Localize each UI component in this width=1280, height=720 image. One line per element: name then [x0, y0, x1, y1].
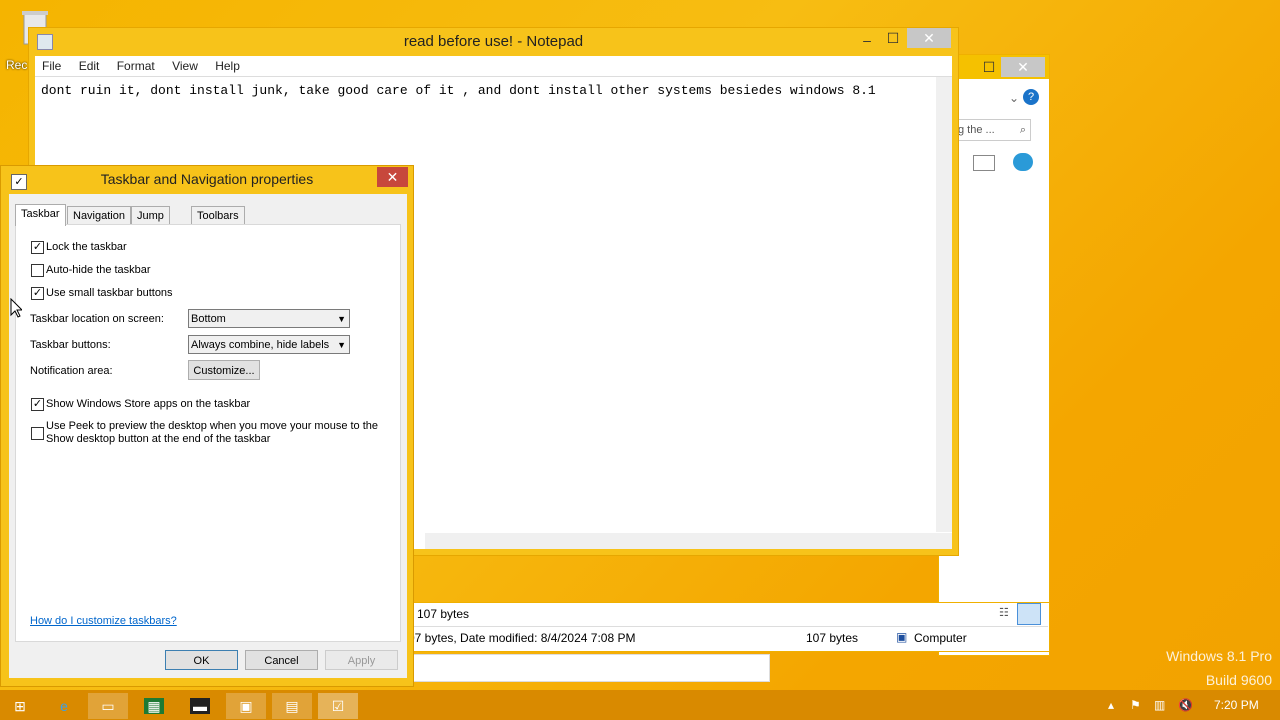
- notepad-maximize-button[interactable]: ☐: [879, 28, 907, 48]
- menu-edit[interactable]: Edit: [72, 56, 107, 76]
- help-icon[interactable]: ?: [1023, 89, 1039, 105]
- tiles-view-icon[interactable]: [1017, 603, 1041, 625]
- watermark-edition: Windows 8.1 Pro: [1166, 648, 1272, 664]
- internet-explorer-icon[interactable]: e: [44, 693, 84, 719]
- notepad-content: dont ruin it, dont install junk, take go…: [41, 83, 876, 98]
- autohide-checkbox[interactable]: [31, 264, 44, 277]
- explorer-close-button[interactable]: ✕: [1001, 57, 1045, 77]
- computer-icon: ▣: [896, 630, 908, 644]
- store-apps-checkbox[interactable]: ✓: [31, 398, 44, 411]
- properties-taskbar-icon[interactable]: ☑: [318, 693, 358, 719]
- details-view-icon[interactable]: ☷: [999, 606, 1009, 619]
- tab-navigation[interactable]: Navigation: [67, 206, 131, 225]
- details-text: 07 bytes, Date modified: 8/4/2024 7:08 P…: [408, 631, 636, 645]
- volume-muted-icon[interactable]: 🔇: [1178, 690, 1193, 720]
- explorer-footer: [412, 654, 770, 682]
- menu-file[interactable]: File: [35, 56, 68, 76]
- dialog-close-button[interactable]: ✕: [377, 167, 408, 187]
- preview-pane-icon[interactable]: [973, 155, 995, 171]
- menu-help[interactable]: Help: [208, 56, 247, 76]
- peek-label-line2: Show desktop button at the end of the ta…: [46, 433, 271, 445]
- chevron-down-icon: ▼: [337, 340, 346, 350]
- file-explorer-icon[interactable]: ▭: [88, 693, 128, 719]
- peek-label-line1: Use Peek to preview the desktop when you…: [46, 420, 379, 432]
- terminal-icon[interactable]: ▬: [180, 693, 220, 719]
- autohide-label: Auto-hide the taskbar: [46, 264, 151, 276]
- buttons-dropdown[interactable]: Always combine, hide labels ▼: [188, 335, 350, 354]
- show-hidden-icons-icon[interactable]: ▴: [1108, 690, 1114, 720]
- small-buttons-label: Use small taskbar buttons: [46, 287, 173, 299]
- dialog-body: Taskbar Navigation Jump Lists Toolbars ✓…: [9, 194, 407, 678]
- taskbar: ⊞ e ▭ ▦ ▬ ▣ ▤ ☑ ▴ ⚑ ▥ 🔇 7:20 PM: [0, 690, 1280, 720]
- notepad-taskbar-icon[interactable]: ▤: [272, 693, 312, 719]
- watermark-build: Build 9600: [1205, 672, 1272, 688]
- vertical-scrollbar[interactable]: [936, 77, 952, 532]
- taskbar-panel: ✓ Lock the taskbar Auto-hide the taskbar…: [15, 224, 401, 642]
- peek-checkbox[interactable]: [31, 427, 44, 440]
- search-icon: ⌕: [1019, 124, 1026, 136]
- customize-button[interactable]: Customize...: [188, 360, 260, 380]
- apply-button[interactable]: Apply: [325, 650, 398, 670]
- ok-button[interactable]: OK: [165, 650, 238, 670]
- flag-icon[interactable]: ⚑: [1130, 690, 1141, 720]
- network-tray-icon[interactable]: ▥: [1154, 690, 1165, 720]
- cancel-button[interactable]: Cancel: [245, 650, 318, 670]
- lock-taskbar-checkbox[interactable]: ✓: [31, 241, 44, 254]
- image-viewer-icon[interactable]: ▣: [226, 693, 266, 719]
- menu-view[interactable]: View: [165, 56, 205, 76]
- horizontal-scrollbar[interactable]: [425, 533, 952, 549]
- notepad-title: read before use! - Notepad: [403, 33, 584, 50]
- chevron-down-icon: ▼: [337, 314, 346, 324]
- location-dropdown[interactable]: Bottom ▼: [188, 309, 350, 328]
- status-bytes: 107 bytes: [417, 607, 470, 621]
- details-bar: 07 bytes, Date modified: 8/4/2024 7:08 P…: [400, 626, 1048, 649]
- clock[interactable]: 7:20 PM: [1214, 690, 1259, 720]
- help-link[interactable]: How do I customize taskbars?: [30, 615, 177, 627]
- notepad-menubar: File Edit Format View Help: [35, 56, 952, 76]
- cursor-icon: [10, 297, 24, 321]
- small-buttons-checkbox[interactable]: ✓: [31, 287, 44, 300]
- search-input[interactable]: g the ... ⌕: [957, 119, 1031, 141]
- location-text: Computer: [914, 631, 967, 645]
- buttons-label: Taskbar buttons:: [30, 339, 111, 351]
- chevron-down-icon[interactable]: ⌄: [1009, 91, 1019, 105]
- tab-taskbar[interactable]: Taskbar: [15, 204, 66, 226]
- lock-taskbar-label: Lock the taskbar: [46, 241, 127, 253]
- recycle-bin-label: Rec: [6, 58, 28, 72]
- explorer-maximize-button[interactable]: ☐: [975, 57, 1003, 77]
- tab-toolbars[interactable]: Toolbars: [191, 206, 245, 225]
- spreadsheet-icon[interactable]: ▦: [134, 693, 174, 719]
- menu-format[interactable]: Format: [110, 56, 162, 76]
- dialog-title: Taskbar and Navigation properties: [100, 171, 314, 187]
- notification-label: Notification area:: [30, 365, 113, 377]
- store-apps-label: Show Windows Store apps on the taskbar: [46, 398, 251, 410]
- notepad-minimize-button[interactable]: –: [853, 30, 881, 50]
- size-text: 107 bytes: [806, 631, 859, 645]
- taskbar-properties-dialog: ✓ Taskbar and Navigation properties ✕ Ta…: [0, 165, 414, 687]
- location-label: Taskbar location on screen:: [30, 313, 164, 325]
- network-icon[interactable]: [1013, 153, 1033, 171]
- notepad-close-button[interactable]: ✕: [907, 28, 951, 48]
- tab-jump-lists[interactable]: Jump Lists: [131, 206, 170, 240]
- start-icon[interactable]: ⊞: [0, 693, 40, 719]
